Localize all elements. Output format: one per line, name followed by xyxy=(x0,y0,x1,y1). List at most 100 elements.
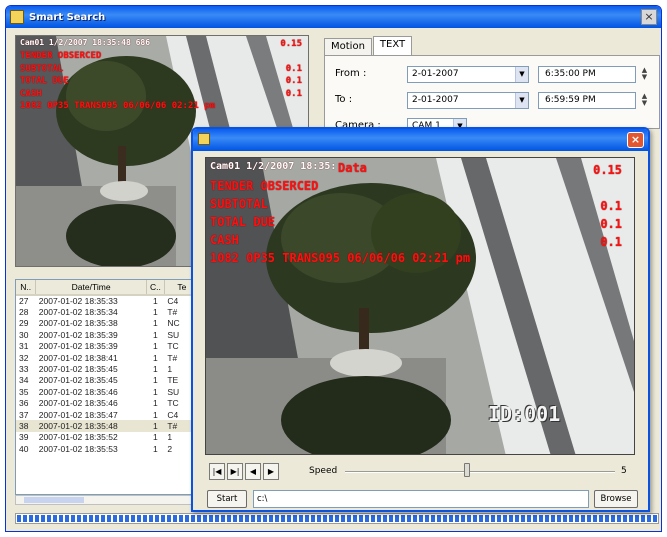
table-cell: 1 xyxy=(153,307,158,318)
progress-segment xyxy=(527,515,531,522)
table-row[interactable]: 30 2007-01-02 18:35:39 1 SU xyxy=(16,329,200,340)
skip-to-start-icon[interactable]: |◀ xyxy=(209,463,225,480)
amount-value: 0.1 xyxy=(285,76,302,86)
table-row[interactable]: 27 2007-01-02 18:35:33 1 C4 xyxy=(16,295,200,306)
window-title: Smart Search xyxy=(29,11,106,23)
progress-segment xyxy=(35,515,39,522)
progress-segment xyxy=(365,515,369,522)
progress-segment xyxy=(125,515,129,522)
progress-segment xyxy=(131,515,135,522)
progress-segment xyxy=(287,515,291,522)
table-row[interactable]: 33 2007-01-02 18:35:45 1 1 xyxy=(16,363,200,374)
popup-close-button[interactable]: × xyxy=(627,132,644,148)
app-icon xyxy=(10,10,24,24)
progress-segment xyxy=(53,515,57,522)
overlay-line: SUBTOTAL xyxy=(20,63,64,74)
table-horizontal-scrollbar[interactable] xyxy=(15,495,201,505)
progress-segment xyxy=(455,515,459,522)
progress-segment xyxy=(305,515,309,522)
table-cell: 1 xyxy=(153,352,158,363)
main-close-button[interactable]: × xyxy=(641,9,657,25)
table-cell: 34 xyxy=(19,375,29,386)
progress-segment xyxy=(587,515,591,522)
table-row[interactable]: 29 2007-01-02 18:35:38 1 NC xyxy=(16,318,200,329)
column-header-number[interactable]: N.. xyxy=(16,280,37,296)
table-row[interactable]: 37 2007-01-02 18:35:47 1 C4 xyxy=(16,409,200,420)
table-row[interactable]: 38 2007-01-02 18:35:48 1 T# xyxy=(16,420,200,432)
table-cell: 1 xyxy=(153,296,158,307)
table-cell: 2007-01-02 18:35:53 xyxy=(38,443,118,454)
to-date-picker[interactable]: 2-01-2007 ▼ xyxy=(407,92,529,109)
overlay-line: TENDER OBSERCED xyxy=(20,51,102,61)
progress-segment xyxy=(155,515,159,522)
progress-segment xyxy=(323,515,327,522)
progress-segment xyxy=(443,515,447,522)
table-row[interactable]: 35 2007-01-02 18:35:46 1 SU xyxy=(16,386,200,397)
table-cell: 1 xyxy=(153,375,158,386)
table-row[interactable]: 39 2007-01-02 18:35:52 1 1 xyxy=(16,432,200,443)
progress-segment xyxy=(563,515,567,522)
table-row[interactable]: 40 2007-01-02 18:35:53 1 2 xyxy=(16,443,200,454)
progress-segment xyxy=(413,515,417,522)
progress-segment xyxy=(239,515,243,522)
table-cell: 1 xyxy=(153,329,158,340)
browse-button[interactable]: Browse xyxy=(594,490,638,508)
playback-popup-window: × Cam01 1/2/2007 18:35: TENDER OBSERCED … xyxy=(191,127,650,512)
table-row[interactable]: 36 2007-01-02 18:35:46 1 TC xyxy=(16,398,200,409)
progress-segment xyxy=(203,515,207,522)
search-progress-bar xyxy=(15,513,659,524)
table-cell: 2007-01-02 18:35:33 xyxy=(38,296,118,307)
progress-segment xyxy=(119,515,123,522)
table-row[interactable]: 32 2007-01-02 18:38:41 1 T# xyxy=(16,352,200,363)
overlay-line: CASH xyxy=(210,233,239,247)
progress-segment xyxy=(335,515,339,522)
progress-segment xyxy=(521,515,525,522)
table-cell: 29 xyxy=(19,318,29,329)
table-cell: 1 xyxy=(153,398,158,409)
progress-segment xyxy=(575,515,579,522)
table-cell: 2007-01-02 18:35:39 xyxy=(38,341,118,352)
tab-motion[interactable]: Motion xyxy=(324,38,372,56)
save-path-field[interactable]: c:\ xyxy=(253,490,589,508)
amount-value: 0.1 xyxy=(285,88,302,99)
speed-slider-thumb[interactable] xyxy=(463,463,470,477)
progress-segment xyxy=(137,515,141,522)
tab-text[interactable]: TEXT xyxy=(372,36,413,56)
to-time-field[interactable]: 6:59:59 PM xyxy=(538,92,636,109)
to-time-spinner-icon[interactable]: ▲ ▼ xyxy=(639,93,650,108)
column-header-camera[interactable]: C.. xyxy=(146,280,165,296)
table-row[interactable]: 34 2007-01-02 18:35:45 1 TE xyxy=(16,375,200,386)
table-cell: 1 xyxy=(153,386,158,397)
progress-segment xyxy=(479,515,483,522)
to-label: To : xyxy=(335,94,353,105)
results-table[interactable]: N.. Date/Time C.. Te 27 2007-01-02 18:35:… xyxy=(15,279,201,495)
table-cell: 1 xyxy=(153,364,158,375)
progress-segment xyxy=(551,515,555,522)
speed-slider-track[interactable] xyxy=(345,471,615,473)
table-cell: 2007-01-02 18:35:48 xyxy=(35,420,147,432)
progress-segment xyxy=(407,515,411,522)
playback-text-overlay: TENDER OBSERCED SUBTOTAL TOTAL DUE CASH … xyxy=(210,177,470,267)
amount-value: 0.15 xyxy=(593,163,622,177)
start-button[interactable]: Start xyxy=(207,490,247,508)
from-time-field[interactable]: 6:35:00 PM xyxy=(538,66,636,83)
table-row[interactable]: 28 2007-01-02 18:35:34 1 T# xyxy=(16,306,200,317)
overlay-line: 1082 0P35 TRANS095 06/06/06 02:21 pm xyxy=(20,101,216,111)
play-backward-icon[interactable]: ◀ xyxy=(245,463,261,480)
progress-segment xyxy=(377,515,381,522)
progress-segment xyxy=(569,515,573,522)
from-date-picker[interactable]: 2-01-2007 ▼ xyxy=(407,66,529,83)
chevron-down-icon[interactable]: ▼ xyxy=(515,93,528,108)
play-forward-icon[interactable]: ▶ xyxy=(263,463,279,480)
table-row[interactable]: 31 2007-01-02 18:35:39 1 TC xyxy=(16,341,200,352)
chevron-down-icon[interactable]: ▼ xyxy=(515,67,528,82)
skip-to-end-icon[interactable]: ▶| xyxy=(227,463,243,480)
column-header-datetime[interactable]: Date/Time xyxy=(35,280,147,296)
table-cell: 33 xyxy=(19,364,29,375)
scrollbar-thumb[interactable] xyxy=(24,497,84,503)
progress-segment xyxy=(113,515,117,522)
from-time-spinner-icon[interactable]: ▲ ▼ xyxy=(639,67,650,82)
progress-segment xyxy=(581,515,585,522)
progress-segment xyxy=(143,515,147,522)
progress-segment xyxy=(149,515,153,522)
